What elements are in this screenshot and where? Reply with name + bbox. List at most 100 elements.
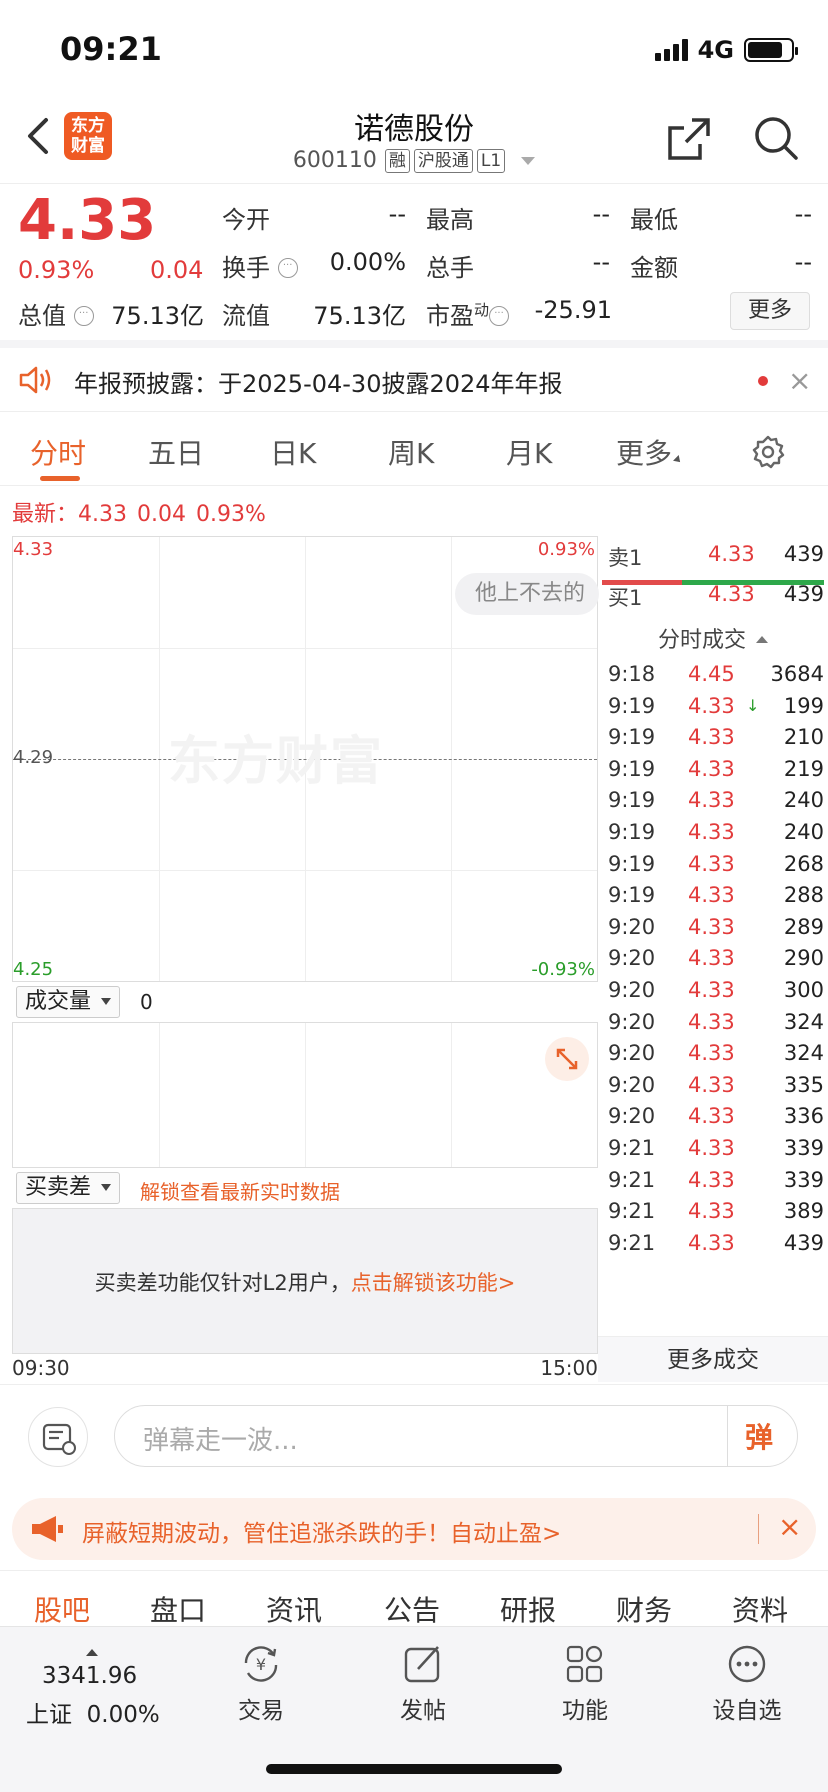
unread-dot xyxy=(758,376,768,386)
danmaku-placeholder: 弹幕走一波... xyxy=(143,1426,298,1456)
promo-banner[interactable]: 屏蔽短期波动，管住追涨杀跌的手！自动止盈> × xyxy=(12,1498,816,1560)
gear-icon[interactable] xyxy=(750,434,786,470)
content-tabs: 股吧 盘口 资讯 公告 研报 财务 资料 xyxy=(0,1570,828,1629)
functions-button[interactable]: 功能 xyxy=(530,1641,640,1725)
info-dots-icon[interactable]: ··· xyxy=(73,306,94,326)
tick-row: 9:19 4.33 240 xyxy=(608,788,824,824)
danmaku-settings-button[interactable] xyxy=(28,1407,88,1467)
diff-chart-locked: 买卖差功能仅针对L2用户，点击解锁该功能> xyxy=(12,1208,598,1354)
tab-forum[interactable]: 股吧 xyxy=(34,1589,90,1629)
info-dots-icon[interactable]: ··· xyxy=(489,306,510,326)
tab-research[interactable]: 研报 xyxy=(500,1589,556,1629)
danmaku-send-button[interactable]: 弹 xyxy=(745,1416,773,1456)
unlock-realtime-link[interactable]: 解锁查看最新实时数据 xyxy=(140,1176,340,1205)
float-cap-value: 75.13亿 xyxy=(313,302,406,330)
more-trades-button[interactable]: 更多成交 xyxy=(598,1336,828,1382)
tick-time: 9:19 xyxy=(608,851,656,876)
stock-code: 600110 xyxy=(292,148,377,173)
ticks-title[interactable]: 分时成交 xyxy=(598,622,828,654)
intraday-chart[interactable]: 东方财富 4.33 4.29 4.25 0.93% -0.93% 他上不去的 xyxy=(12,536,599,982)
tick-row: 9:21 4.33 389 xyxy=(608,1199,824,1235)
tab-profile[interactable]: 资料 xyxy=(732,1589,788,1629)
tick-time: 9:20 xyxy=(608,978,656,1002)
tab-finance[interactable]: 财务 xyxy=(616,1589,672,1629)
trade-button[interactable]: ¥ 交易 xyxy=(206,1641,316,1725)
volume-label: 总手 xyxy=(426,254,474,282)
nav-bar: 东方 财富 诺德股份 600110 融 沪股通 L1 xyxy=(0,96,828,184)
tab-five-day[interactable]: 五日 xyxy=(148,432,204,472)
divider xyxy=(758,1514,759,1544)
tick-row: 9:20 4.33 300 xyxy=(608,978,824,1014)
search-icon[interactable] xyxy=(752,114,800,162)
tick-price: 4.33 xyxy=(688,1009,735,1034)
tab-monthly-k[interactable]: 月K xyxy=(506,432,552,472)
chevron-down-icon xyxy=(101,1184,112,1191)
tick-price: 4.33 xyxy=(688,1167,735,1192)
tick-volume: 288 xyxy=(783,883,824,908)
tab-news[interactable]: 资讯 xyxy=(266,1589,322,1629)
speaker-icon xyxy=(19,366,51,394)
tab-intraday[interactable]: 分时 xyxy=(30,432,86,472)
tag-level: L1 xyxy=(476,148,506,173)
tick-price: 4.33 xyxy=(688,756,735,781)
tick-row: 9:20 4.33 335 xyxy=(608,1073,824,1109)
tick-time: 9:20 xyxy=(608,946,656,971)
pct-axis-bottom-label: -0.93% xyxy=(531,959,595,980)
battery-icon xyxy=(744,38,798,62)
expand-chart-button[interactable] xyxy=(545,1037,589,1081)
share-icon[interactable] xyxy=(666,116,712,162)
time-end-label: 15:00 xyxy=(540,1356,598,1380)
add-watchlist-button[interactable]: 设自选 xyxy=(692,1641,802,1725)
announcement-bar[interactable]: 年报预披露：于2025-04-30披露2024年年报 × xyxy=(0,348,828,412)
tick-price: 4.33 xyxy=(688,1072,735,1097)
tab-more[interactable]: 更多 xyxy=(616,432,683,472)
tick-time: 9:20 xyxy=(608,1009,656,1034)
danmaku-bar: 弹幕走一波... 弹 xyxy=(0,1384,828,1488)
quote-more-button[interactable]: 更多 xyxy=(730,292,810,330)
diff-indicator-select[interactable]: 买卖差 xyxy=(16,1172,121,1204)
tick-volume: 210 xyxy=(783,725,824,750)
divider xyxy=(727,1406,728,1466)
sort-up-icon xyxy=(756,636,768,643)
megaphone-icon xyxy=(32,1516,63,1542)
tick-row: 9:21 4.33 339 xyxy=(608,1136,824,1172)
tick-volume: 199 xyxy=(783,693,824,718)
time-axis: 09:30 15:00 xyxy=(12,1356,598,1382)
tick-row: 9:20 4.33 336 xyxy=(608,1104,824,1140)
close-icon[interactable]: × xyxy=(778,1510,801,1543)
volume-chart[interactable] xyxy=(12,1022,598,1168)
tick-volume: 219 xyxy=(783,756,824,781)
grid-line xyxy=(159,1023,160,1167)
info-dots-icon[interactable]: ··· xyxy=(277,258,298,278)
post-button[interactable]: 发帖 xyxy=(368,1641,478,1725)
turnover-value: 0.00% xyxy=(329,248,406,276)
add-watchlist-label: 设自选 xyxy=(712,1698,782,1724)
tab-announcements[interactable]: 公告 xyxy=(384,1589,440,1629)
low-value: -- xyxy=(794,200,812,228)
tick-price: 4.33 xyxy=(688,914,735,939)
high-value: -- xyxy=(592,200,610,228)
tab-daily-k[interactable]: 日K xyxy=(270,432,316,472)
danmaku-input[interactable]: 弹幕走一波... 弹 xyxy=(114,1405,798,1467)
tick-volume: 339 xyxy=(783,1167,824,1192)
tick-price: 4.33 xyxy=(688,1199,735,1224)
amount-value: -- xyxy=(794,248,812,276)
tick-volume: 3684 xyxy=(770,662,824,686)
y-axis-bottom-label: 4.25 xyxy=(13,959,54,980)
tick-volume: 240 xyxy=(783,820,824,844)
tick-row: 9:20 4.33 290 xyxy=(608,946,824,982)
tick-price: 4.33 xyxy=(688,725,735,750)
unlock-feature-link[interactable]: 点击解锁该功能> xyxy=(351,1271,516,1295)
tick-volume: 324 xyxy=(783,1009,824,1034)
network-type: 4G xyxy=(697,36,734,64)
volume-indicator-select[interactable]: 成交量 xyxy=(16,986,121,1018)
close-icon[interactable]: × xyxy=(788,364,811,397)
tab-handicap[interactable]: 盘口 xyxy=(150,1589,206,1629)
tick-row: 9:18 4.45 3684 xyxy=(608,662,824,698)
y-axis-top-label: 4.33 xyxy=(13,539,54,560)
announcement-text: 年报预披露：于2025-04-30披露2024年年报 xyxy=(74,370,563,398)
y-axis-mid-label: 4.29 xyxy=(13,747,54,768)
tick-price: 4.33 xyxy=(688,693,735,718)
amount-label: 金额 xyxy=(630,254,678,282)
tab-weekly-k[interactable]: 周K xyxy=(388,432,434,472)
